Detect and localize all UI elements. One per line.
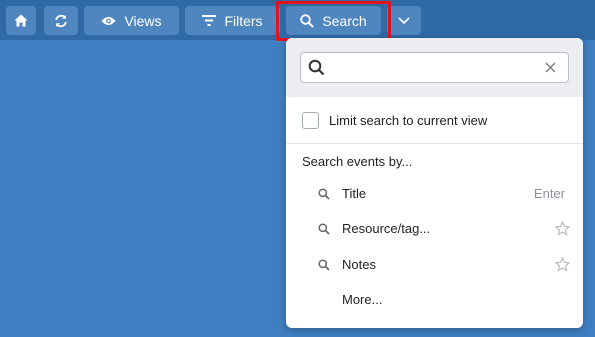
top-toolbar: Views Filters Search — [0, 0, 595, 40]
search-by-resource-tag[interactable]: Resource/tag... — [286, 214, 583, 244]
more-label: More... — [342, 292, 383, 307]
home-button[interactable] — [6, 6, 36, 35]
filters-label: Filters — [224, 12, 263, 29]
filter-icon — [202, 15, 217, 26]
search-options-dropdown-button[interactable] — [387, 6, 421, 35]
views-button[interactable]: Views — [84, 6, 179, 35]
star-icon[interactable] — [555, 257, 570, 272]
search-icon — [318, 188, 330, 200]
search-label: Search — [322, 12, 367, 29]
item-label: Resource/tag... — [342, 221, 431, 236]
filters-button[interactable]: Filters — [185, 6, 280, 35]
limit-search-checkbox[interactable] — [302, 111, 319, 129]
search-icon — [300, 13, 315, 28]
search-icon — [318, 223, 330, 235]
refresh-icon — [55, 14, 67, 27]
search-by-notes[interactable]: Notes — [286, 250, 583, 280]
eye-icon — [101, 16, 116, 25]
search-events-heading: Search events by... — [302, 154, 413, 169]
item-label: Title — [342, 186, 367, 201]
star-icon[interactable] — [555, 221, 570, 236]
search-icon — [318, 259, 330, 271]
limit-search-option[interactable]: Limit search to current view — [302, 111, 487, 129]
search-box — [300, 52, 569, 83]
search-by-title[interactable]: Title Enter — [286, 179, 583, 209]
enter-hint: Enter — [533, 186, 565, 201]
chevron-down-icon — [398, 17, 410, 24]
refresh-button[interactable] — [44, 6, 78, 35]
limit-search-label: Limit search to current view — [329, 112, 488, 128]
search-button[interactable]: Search — [286, 6, 381, 35]
item-label: Notes — [342, 257, 376, 272]
search-icon — [308, 59, 325, 76]
more-search-options[interactable]: More... — [286, 285, 583, 315]
search-input-area — [286, 38, 583, 97]
views-label: Views — [124, 12, 162, 29]
search-input[interactable] — [333, 57, 533, 78]
clear-icon[interactable] — [545, 62, 556, 73]
home-icon — [14, 14, 28, 27]
divider — [286, 143, 583, 144]
search-dropdown-panel: Limit search to current view Search even… — [286, 38, 583, 328]
